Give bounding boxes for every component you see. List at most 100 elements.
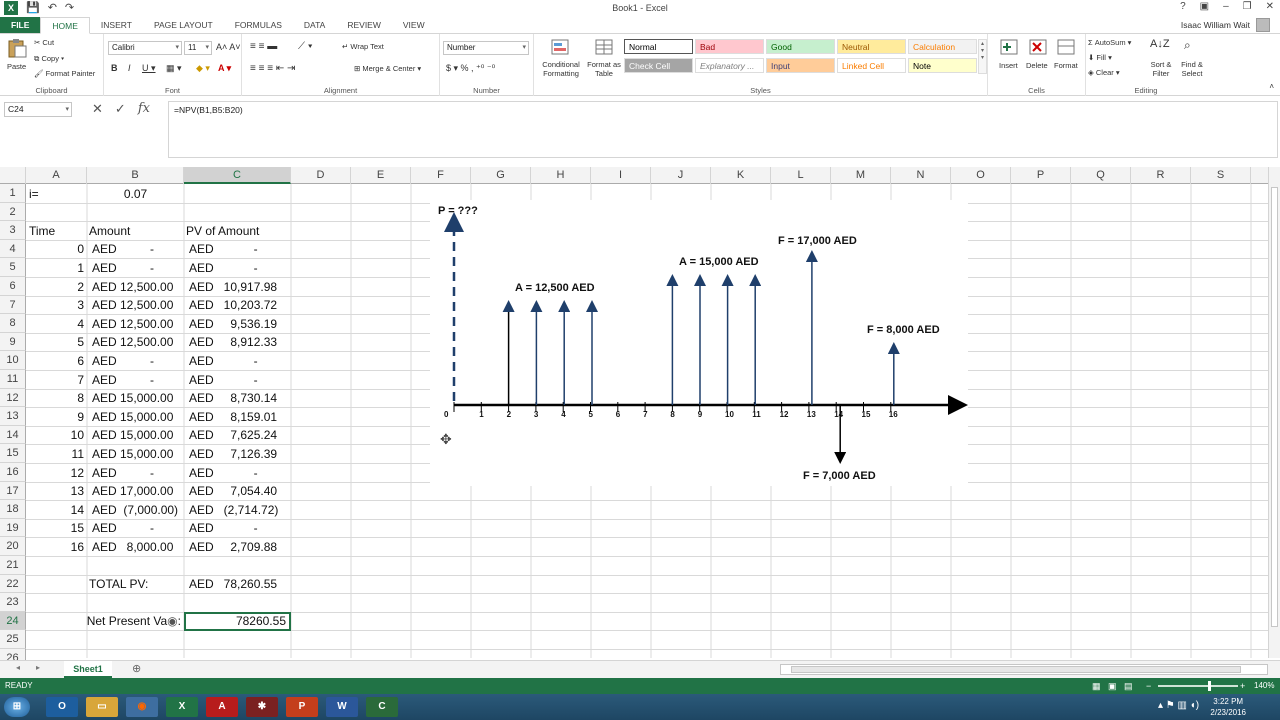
cell-time[interactable]: 6 — [27, 352, 87, 371]
cell-pv[interactable]: AED - — [184, 240, 291, 259]
autosum-button[interactable]: Σ AutoSum ▾ — [1088, 38, 1131, 47]
fill-color-button[interactable]: ◆ ▾ — [196, 63, 210, 74]
cell-pv[interactable]: AED - — [184, 371, 291, 390]
cell-amount[interactable]: AED 12,500.00 — [87, 333, 184, 352]
cell-c22[interactable]: AED 78,260.55 — [184, 575, 291, 594]
row-header-24[interactable]: 24 — [0, 611, 26, 631]
row-header-21[interactable]: 21 — [0, 556, 26, 575]
start-icon[interactable]: ⊞ — [4, 697, 30, 717]
number-format-buttons[interactable]: $ ▾ % , ⁺⁰ ⁻⁰ — [446, 63, 495, 74]
row-header-13[interactable]: 13 — [0, 407, 26, 426]
cell-amount[interactable]: AED 12,500.00 — [87, 296, 184, 315]
cell-pv[interactable]: AED 10,917.98 — [184, 278, 291, 297]
collapse-ribbon-icon[interactable]: ˄ — [1269, 82, 1274, 91]
row-header-15[interactable]: 15 — [0, 444, 26, 463]
row-header-5[interactable]: 5 — [0, 258, 26, 277]
cell-time[interactable]: 9 — [27, 408, 87, 427]
row-header-4[interactable]: 4 — [0, 239, 26, 259]
tab-file[interactable]: FILE — [0, 17, 41, 33]
col-header-m[interactable]: M — [831, 167, 891, 184]
word-icon[interactable]: W — [326, 697, 358, 717]
col-header-k[interactable]: K — [711, 167, 771, 184]
view-buttons[interactable]: ▦ ▣ ▤ — [1092, 678, 1133, 694]
cell-b3[interactable]: Amount — [87, 222, 184, 241]
col-header-a[interactable]: A — [26, 167, 87, 184]
col-header-j[interactable]: J — [651, 167, 711, 184]
cell-style-check-cell[interactable]: Check Cell — [624, 58, 693, 73]
next-sheet-icon[interactable]: ▸ — [36, 663, 40, 672]
powerpoint-icon[interactable]: P — [286, 697, 318, 717]
enter-icon[interactable]: ✓ — [115, 101, 126, 117]
app-icon[interactable]: ✱ — [246, 697, 278, 717]
styles-scroll[interactable]: ▴ ▾ ▾ — [978, 39, 987, 74]
cell-amount[interactable]: AED - — [87, 519, 184, 538]
col-header-g[interactable]: G — [471, 167, 531, 184]
cell-style-good[interactable]: Good — [766, 39, 835, 54]
cell-amount[interactable]: AED - — [87, 259, 184, 278]
cell-time[interactable]: 3 — [27, 296, 87, 315]
row-header-16[interactable]: 16 — [0, 463, 26, 482]
tab-insert[interactable]: INSERT — [90, 17, 143, 33]
row-header-7[interactable]: 7 — [0, 295, 26, 315]
row-header-14[interactable]: 14 — [0, 425, 26, 445]
cell-amount[interactable]: AED 15,000.00 — [87, 408, 184, 427]
cell-a3[interactable]: Time — [27, 222, 87, 241]
cell-time[interactable]: 15 — [27, 519, 87, 538]
row-header-17[interactable]: 17 — [0, 481, 26, 501]
row-header-8[interactable]: 8 — [0, 314, 26, 333]
copy-button[interactable]: ⧉ Copy ▾ — [34, 54, 64, 64]
row-header-10[interactable]: 10 — [0, 351, 26, 370]
conditional-formatting-button[interactable]: Conditional Formatting — [538, 60, 584, 78]
cell-c24-selected[interactable]: 78260.55 — [184, 612, 291, 631]
sort-filter-button[interactable]: Sort & Filter — [1148, 60, 1174, 78]
format-button[interactable]: Format — [1054, 61, 1078, 70]
zoom-level[interactable]: 140% — [1254, 678, 1274, 694]
camtasia-icon[interactable]: C — [366, 697, 398, 717]
col-header-e[interactable]: E — [351, 167, 411, 184]
cell-time[interactable]: 16 — [27, 538, 87, 557]
fill-button[interactable]: ⬇ Fill ▾ — [1088, 53, 1112, 62]
horizontal-scroll-thumb[interactable] — [791, 666, 1241, 673]
prev-sheet-icon[interactable]: ◂ — [16, 663, 20, 672]
cell-pv[interactable]: AED - — [184, 259, 291, 278]
row-header-6[interactable]: 6 — [0, 277, 26, 296]
zoom-in-icon[interactable]: + — [1240, 678, 1245, 694]
vertical-scroll-thumb[interactable] — [1271, 187, 1278, 627]
system-clock[interactable]: 3:22 PM 2/23/2016 — [1210, 696, 1246, 718]
font-grow-button[interactable]: A˄ A˅ — [216, 42, 241, 52]
excel-taskbar-icon[interactable]: X — [166, 697, 198, 717]
tab-formulas[interactable]: FORMULAS — [224, 17, 293, 33]
cell-a24[interactable]: Net Present Va◉: — [27, 612, 184, 631]
cell-pv[interactable]: AED 2,709.88 — [184, 538, 291, 557]
cell-style-normal[interactable]: Normal — [624, 39, 693, 54]
paste-button[interactable]: Paste — [7, 62, 26, 71]
col-header-r[interactable]: R — [1131, 167, 1191, 184]
cell-pv[interactable]: AED - — [184, 519, 291, 538]
vertical-align-icons[interactable]: ≡ ≡ ▬ — [250, 41, 277, 52]
col-header-d[interactable]: D — [291, 167, 351, 184]
row-header-23[interactable]: 23 — [0, 593, 26, 612]
name-box[interactable]: C24 — [4, 102, 72, 117]
italic-button[interactable]: I — [128, 63, 131, 73]
cell-amount[interactable]: AED - — [87, 464, 184, 483]
merge-center-button[interactable]: ⊞ Merge & Center ▾ — [354, 64, 421, 73]
cell-pv[interactable]: AED (2,714.72) — [184, 501, 291, 520]
cell-time[interactable]: 1 — [27, 259, 87, 278]
delete-button[interactable]: Delete — [1026, 61, 1048, 70]
help-icon[interactable]: ? — [1180, 1, 1186, 12]
cell-b1[interactable]: 0.07 — [87, 185, 184, 204]
tab-home[interactable]: HOME — [40, 17, 90, 34]
col-header-p[interactable]: P — [1011, 167, 1071, 184]
font-color-button[interactable]: A ▾ — [218, 63, 231, 74]
cell-time[interactable]: 13 — [27, 482, 87, 501]
col-header-s[interactable]: S — [1191, 167, 1251, 184]
cell-style-note[interactable]: Note — [908, 58, 977, 73]
cell-amount[interactable]: AED 17,000.00 — [87, 482, 184, 501]
borders-button[interactable]: ▦ ▾ — [166, 63, 182, 74]
vertical-scrollbar[interactable] — [1268, 167, 1280, 658]
row-header-1[interactable]: 1 — [0, 184, 26, 203]
format-as-table-button[interactable]: Format as Table — [586, 60, 622, 78]
cell-pv[interactable]: AED 7,126.39 — [184, 445, 291, 464]
row-header-11[interactable]: 11 — [0, 370, 26, 389]
cell-pv[interactable]: AED - — [184, 352, 291, 371]
